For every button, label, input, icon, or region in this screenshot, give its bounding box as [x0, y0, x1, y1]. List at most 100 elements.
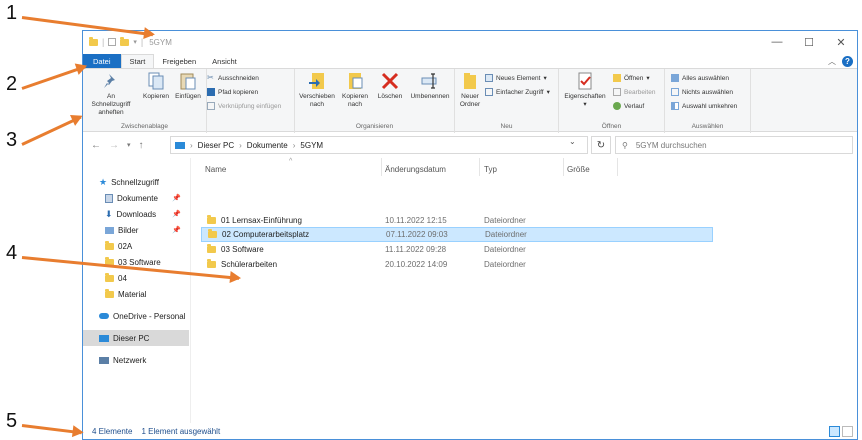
pictures-icon: [105, 226, 114, 234]
address-dropdown-icon[interactable]: ⌄: [569, 137, 576, 146]
open-icon: [613, 74, 621, 82]
move-to-button[interactable]: Verschieben nach: [299, 71, 335, 109]
status-bar: 4 Elemente 1 Element ausgewählt: [83, 423, 857, 439]
column-header-date[interactable]: Änderungsdatum: [385, 165, 446, 174]
table-row[interactable]: 01 Lernsax-Einführung 10.11.2022 12:15 D…: [201, 213, 713, 228]
sidebar-item-network[interactable]: Netzwerk: [83, 352, 189, 368]
explorer-window: | ▾ | 5GYM — ☐ ✕ Datei Start Freigeben A…: [82, 30, 858, 440]
tab-view[interactable]: Ansicht: [204, 54, 245, 68]
folder-icon: [207, 259, 216, 268]
easy-access-button[interactable]: Einfacher Zugriff ▾: [485, 88, 550, 96]
new-group: Neuer Ordner Neues Element ▾ Einfacher Zu…: [455, 69, 559, 133]
properties-quick-icon[interactable]: [108, 38, 117, 46]
navigation-buttons: ← → ▾ ↑: [83, 140, 167, 151]
select-none-button[interactable]: Nichts auswählen: [671, 88, 733, 96]
recent-chevron-icon[interactable]: ▾: [127, 141, 131, 149]
copy-button[interactable]: Kopieren: [141, 71, 171, 101]
pc-icon: [175, 141, 185, 149]
select-all-button[interactable]: Alles auswählen: [671, 74, 729, 82]
sidebar-item-documents[interactable]: Dokumente 📌: [83, 190, 189, 206]
sidebar-item-quick-access[interactable]: ★ Schnellzugriff: [83, 174, 189, 190]
address-bar[interactable]: › Dieser PC › Dokumente › 5GYM: [170, 136, 588, 154]
open-button[interactable]: Öffnen ▾: [613, 74, 650, 82]
refresh-icon: ↻: [596, 139, 606, 151]
properties-icon: [578, 72, 592, 90]
copy-to-button[interactable]: Kopieren nach: [337, 71, 373, 109]
new-item-button[interactable]: Neues Element ▾: [485, 74, 547, 82]
new-folder-quick-icon[interactable]: [120, 36, 130, 46]
status-selection-count: 1 Element ausgewählt: [141, 426, 221, 436]
paste-button[interactable]: Einfügen: [173, 71, 203, 101]
breadcrumb-documents[interactable]: Dokumente: [247, 141, 288, 150]
sidebar-item-downloads[interactable]: ⬇ Downloads 📌: [83, 206, 189, 222]
select-none-icon: [671, 88, 679, 96]
collapse-ribbon-icon[interactable]: ︿: [828, 56, 836, 67]
annotation-arrow-3: [21, 115, 82, 146]
cut-button[interactable]: ✂ Ausschneiden: [207, 74, 259, 82]
details-view-icon[interactable]: [829, 426, 840, 437]
open-group: Eigenschaften ▾ Öffnen ▾ Bearbeiten Verla…: [559, 69, 665, 133]
column-header-name[interactable]: Name: [205, 165, 226, 174]
edit-icon: [613, 88, 621, 96]
history-button[interactable]: Verlauf: [613, 102, 644, 110]
annotation-1: 1: [6, 2, 18, 24]
sidebar-scrollbar[interactable]: [190, 158, 191, 423]
annotation-arrow-2: [21, 65, 86, 90]
invert-selection-button[interactable]: Auswahl umkehren: [671, 102, 737, 110]
sort-up-icon: ^: [289, 158, 293, 165]
sidebar-item-02a[interactable]: 02A: [83, 238, 189, 254]
maximize-button[interactable]: ☐: [793, 31, 825, 53]
path-icon: [207, 88, 215, 96]
pin-icon: 📌: [172, 211, 181, 218]
documents-icon: [105, 193, 113, 203]
table-row[interactable]: 03 Software 11.11.2022 09:28 Dateiordner: [201, 242, 713, 257]
table-row[interactable]: Schülerarbeiten 20.10.2022 14:09 Dateior…: [201, 257, 713, 272]
annotation-5: 5: [6, 410, 18, 432]
sidebar-item-material[interactable]: Material: [83, 286, 189, 302]
sidebar-item-this-pc[interactable]: Dieser PC: [83, 330, 189, 346]
select-group-label: Auswählen: [691, 123, 724, 130]
forward-arrow-icon[interactable]: →: [109, 140, 119, 151]
pin-quick-access-button[interactable]: An Schnellzugriff anheften: [87, 71, 135, 117]
edit-button[interactable]: Bearbeiten: [613, 88, 655, 96]
title-bar: | ▾ | 5GYM — ☐ ✕: [83, 31, 857, 53]
column-header-type[interactable]: Typ: [484, 165, 497, 174]
back-arrow-icon[interactable]: ←: [91, 140, 101, 151]
shortcut-icon: [207, 102, 215, 110]
large-icons-view-icon[interactable]: [842, 426, 853, 437]
pin-icon: 📌: [172, 227, 181, 234]
cloud-icon: [99, 313, 109, 319]
copy-path-button[interactable]: Pfad kopieren: [207, 88, 258, 96]
minimize-button[interactable]: —: [761, 31, 793, 53]
tab-start[interactable]: Start: [120, 54, 155, 68]
pin-icon: [104, 74, 115, 88]
folder-icon: [105, 272, 114, 282]
new-folder-button[interactable]: Neuer Ordner: [457, 71, 483, 109]
tab-share[interactable]: Freigeben: [154, 54, 204, 68]
paste-shortcut-button[interactable]: Verknüpfung einfügen: [207, 102, 281, 110]
column-header-size[interactable]: Größe: [567, 165, 590, 174]
tab-file[interactable]: Datei: [83, 54, 121, 68]
organize-group: Verschieben nach Kopieren nach Löschen U…: [295, 69, 455, 133]
paste-icon: [180, 73, 196, 90]
invert-selection-icon: [671, 102, 679, 110]
customize-toolbar-icon[interactable]: ▾: [133, 38, 137, 46]
clipboard-small-group: ✂ Ausschneiden Pfad kopieren Verknüpfung…: [207, 69, 295, 133]
refresh-button[interactable]: ↻: [591, 136, 611, 154]
help-icon[interactable]: ?: [842, 55, 853, 67]
breadcrumb-this-pc[interactable]: Dieser PC: [198, 141, 234, 150]
rename-button[interactable]: Umbenennen: [409, 71, 451, 101]
copy-icon: [148, 72, 164, 90]
table-row-selected[interactable]: 02 Computerarbeitsplatz 07.11.2022 09:03…: [201, 227, 713, 242]
sidebar-item-onedrive[interactable]: OneDrive - Personal: [83, 308, 189, 324]
search-box[interactable]: ⚲ 5GYM durchsuchen: [615, 136, 853, 154]
breadcrumb-5gym[interactable]: 5GYM: [300, 141, 323, 150]
properties-button[interactable]: Eigenschaften ▾: [561, 71, 609, 109]
network-icon: [99, 356, 109, 364]
clipboard-group-label: Zwischenablage: [121, 123, 168, 130]
up-arrow-icon[interactable]: ↑: [139, 140, 144, 151]
delete-button[interactable]: Löschen: [375, 71, 405, 101]
close-button[interactable]: ✕: [825, 31, 857, 53]
sidebar-item-pictures[interactable]: Bilder 📌: [83, 222, 189, 238]
file-list: Name ^ Änderungsdatum Typ Größe 01 Lerns…: [193, 158, 859, 423]
